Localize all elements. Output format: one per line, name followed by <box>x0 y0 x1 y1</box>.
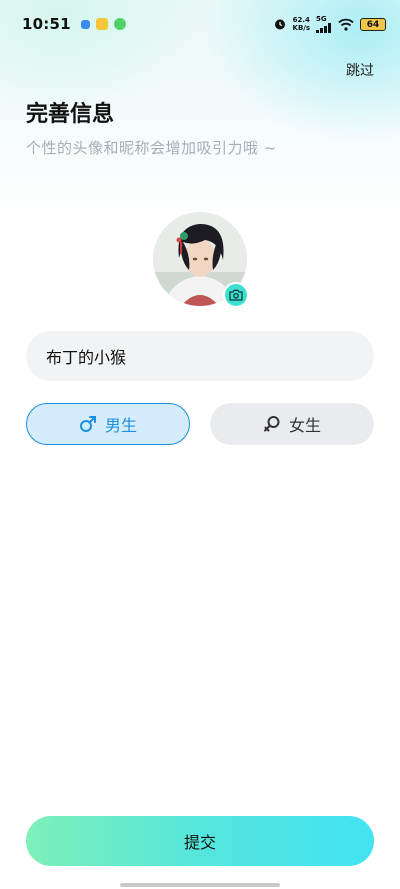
network-type: 5G <box>316 15 327 23</box>
submit-button[interactable]: 提交 <box>26 816 374 866</box>
female-label: 女生 <box>288 416 321 435</box>
camera-icon <box>229 289 243 301</box>
male-label: 男生 <box>104 416 137 435</box>
male-option-button[interactable]: 男生 <box>26 403 190 445</box>
signal-icon <box>316 23 331 33</box>
alarm-icon <box>274 19 285 30</box>
cell-signal: 5G <box>316 15 332 33</box>
page-subtitle: 个性的头像和昵称会增加吸引力哦 ~ <box>26 139 277 157</box>
camera-button[interactable] <box>223 282 249 308</box>
female-symbol-icon <box>263 416 280 432</box>
app-notification-icon <box>95 18 108 30</box>
male-symbol-icon <box>79 416 96 432</box>
status-time: 10:51 <box>22 15 71 33</box>
app-notification-icon <box>80 19 90 29</box>
net-speed-value: 62.4 <box>292 16 310 24</box>
net-speed-unit: KB/s <box>292 24 310 32</box>
female-option-button[interactable]: 女生 <box>210 403 374 445</box>
battery-indicator: 64 <box>360 17 386 31</box>
status-indicators: 62.4 KB/s 5G 64 <box>273 15 386 33</box>
status-bar: 10:51 62.4 KB/s 5G 64 <box>0 0 400 48</box>
home-indicator[interactable] <box>120 883 280 887</box>
avatar-picker[interactable] <box>153 212 249 308</box>
notification-icons <box>80 18 126 30</box>
nickname-input[interactable] <box>26 331 374 381</box>
wifi-icon <box>338 18 354 31</box>
app-notification-icon <box>113 18 126 30</box>
net-speed: 62.4 KB/s <box>293 16 310 32</box>
skip-button[interactable]: 跳过 <box>346 60 374 80</box>
page-title: 完善信息 <box>26 102 115 127</box>
